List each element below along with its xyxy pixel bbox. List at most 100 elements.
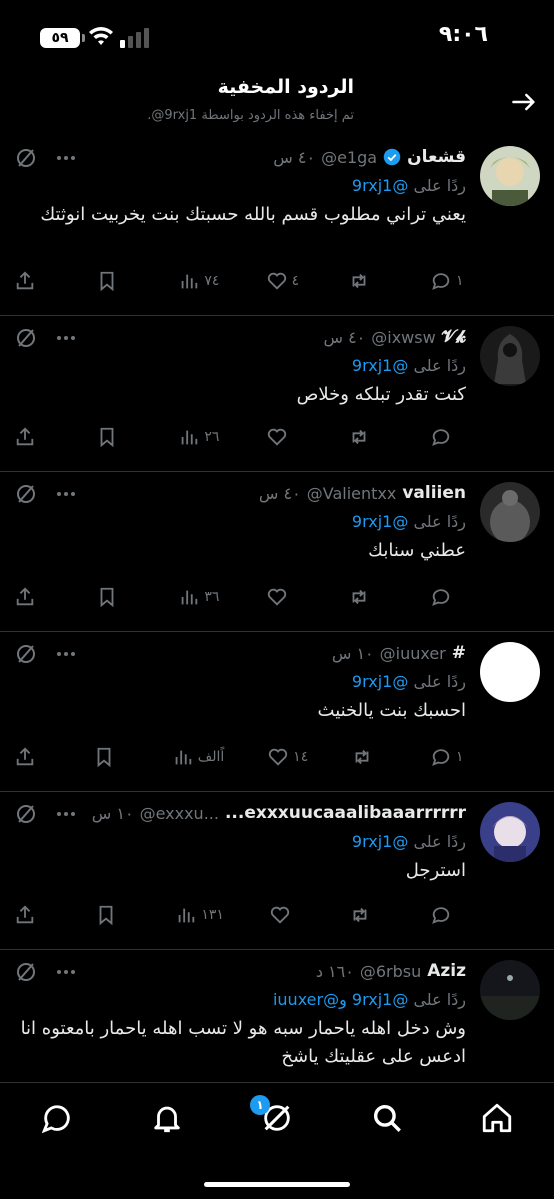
reply-to-mention[interactable]: @iuuxer bbox=[273, 990, 339, 1009]
more-icon[interactable] bbox=[54, 960, 78, 984]
share-button[interactable] bbox=[14, 586, 50, 608]
reply-to-line: ردًا على @9rxj1 bbox=[351, 176, 466, 195]
views-button[interactable]: ٧٤ bbox=[178, 270, 219, 292]
reply-button[interactable]: ١ bbox=[430, 270, 466, 292]
avatar[interactable] bbox=[480, 146, 540, 206]
reply-to-line: ردًا على @9rxj1 bbox=[351, 356, 466, 375]
back-arrow-icon[interactable] bbox=[510, 88, 538, 116]
avatar[interactable] bbox=[480, 960, 540, 1020]
views-icon bbox=[182, 274, 198, 289]
share-button[interactable] bbox=[14, 746, 50, 768]
search-icon[interactable] bbox=[370, 1101, 404, 1135]
author-name[interactable]: 𝓥𝓴 bbox=[442, 327, 466, 347]
author-handle[interactable]: @iuuxer bbox=[380, 644, 446, 663]
replies-count: ١ bbox=[455, 749, 464, 765]
hide-icon[interactable] bbox=[14, 146, 38, 170]
reply-to-mention[interactable]: @9rxj1 bbox=[352, 176, 408, 195]
bookmark-icon bbox=[100, 587, 114, 608]
retweet-button[interactable] bbox=[348, 586, 384, 608]
tweet[interactable]: valiien @Valientxx ٤٠ س ردًا على @9rxj1 … bbox=[0, 472, 554, 632]
retweet-button[interactable] bbox=[348, 270, 384, 292]
bookmark-button[interactable] bbox=[96, 270, 132, 292]
views-icon bbox=[179, 908, 195, 923]
replies-count: ١ bbox=[455, 273, 464, 289]
share-button[interactable] bbox=[14, 426, 50, 448]
like-button[interactable] bbox=[269, 904, 305, 926]
tweet[interactable]: exxxuucaaalibaaarrrrrr... @exxxu... ١٠ س… bbox=[0, 792, 554, 950]
tweet[interactable]: 𝓥𝓴 @ixwsw ٤٠ س ردًا على @9rxj1 كنت تقدر … bbox=[0, 316, 554, 472]
views-button[interactable]: ٣٦ bbox=[178, 586, 219, 608]
like-button[interactable]: ٤ bbox=[266, 270, 302, 292]
share-icon bbox=[16, 905, 34, 924]
more-icon[interactable] bbox=[54, 802, 78, 826]
hidden-replies-list: قشعان @e1ga ٤٠ س ردًا على @9rxj1 يعني تر… bbox=[0, 136, 554, 1090]
author-handle[interactable]: @Valientxx bbox=[307, 484, 397, 503]
author-name[interactable]: قشعان bbox=[407, 147, 466, 167]
author-handle[interactable]: @e1ga bbox=[321, 148, 377, 167]
hide-icon[interactable] bbox=[14, 642, 38, 666]
more-icon[interactable] bbox=[54, 326, 78, 350]
like-icon bbox=[270, 906, 289, 924]
reply-button[interactable] bbox=[430, 426, 466, 448]
retweet-button[interactable] bbox=[349, 904, 385, 926]
reply-to-mention[interactable]: @9rxj1 bbox=[352, 356, 408, 375]
tweet[interactable]: # @iuuxer ١٠ س ردًا على @9rxj1 احسبك بنت… bbox=[0, 632, 554, 792]
author-name[interactable]: # bbox=[452, 643, 466, 663]
reply-to-line: ردًا على @9rxj1 bbox=[351, 672, 466, 691]
author-name[interactable]: valiien bbox=[402, 483, 466, 503]
author-handle[interactable]: @ixwsw bbox=[371, 328, 435, 347]
avatar[interactable] bbox=[480, 326, 540, 386]
like-button[interactable] bbox=[266, 426, 302, 448]
reply-icon bbox=[432, 907, 450, 924]
views-icon bbox=[182, 590, 198, 605]
share-button[interactable] bbox=[14, 904, 50, 926]
more-icon[interactable] bbox=[54, 146, 78, 170]
author-handle[interactable]: @6rbsu bbox=[360, 962, 421, 981]
avatar[interactable] bbox=[480, 482, 540, 542]
retweet-button[interactable] bbox=[348, 426, 384, 448]
chat-icon[interactable] bbox=[40, 1101, 74, 1135]
tweet[interactable]: قشعان @e1ga ٤٠ س ردًا على @9rxj1 يعني تر… bbox=[0, 136, 554, 316]
verified-icon bbox=[383, 148, 401, 166]
views-button[interactable]: ٢٦ bbox=[178, 426, 219, 448]
avatar[interactable] bbox=[480, 802, 540, 862]
reply-to-mention[interactable]: @9rxj1 bbox=[352, 832, 408, 851]
views-count: ٢٦ bbox=[204, 429, 220, 445]
reply-button[interactable] bbox=[430, 586, 466, 608]
tweet-text: كنت تقدر تبلكه وخلاص bbox=[296, 384, 466, 405]
author-handle[interactable]: @exxxu... bbox=[140, 804, 219, 823]
retweet-button[interactable] bbox=[351, 746, 387, 768]
bookmark-icon bbox=[99, 905, 113, 926]
notification-badge: ١ bbox=[250, 1095, 270, 1115]
reply-to-mention[interactable]: @9rxj1 bbox=[352, 512, 408, 531]
bookmark-button[interactable] bbox=[93, 746, 129, 768]
avatar[interactable] bbox=[480, 642, 540, 702]
reply-button[interactable] bbox=[430, 904, 466, 926]
home-icon[interactable] bbox=[480, 1101, 514, 1135]
hide-icon[interactable] bbox=[14, 802, 38, 826]
hide-icon[interactable] bbox=[14, 960, 38, 984]
reply-to-mention[interactable]: @9rxj1 bbox=[352, 672, 408, 691]
views-button[interactable]: اًالف bbox=[172, 746, 224, 768]
share-button[interactable] bbox=[14, 270, 50, 292]
bookmark-button[interactable] bbox=[96, 426, 132, 448]
hide-icon[interactable] bbox=[14, 482, 38, 506]
hide-icon[interactable] bbox=[14, 326, 38, 350]
author-name[interactable]: Aziz bbox=[427, 961, 466, 981]
more-icon[interactable] bbox=[54, 642, 78, 666]
author-name[interactable]: exxxuucaaalibaaarrrrrr... bbox=[225, 803, 466, 823]
bell-icon[interactable] bbox=[150, 1101, 184, 1135]
reply-button[interactable]: ١ bbox=[430, 746, 466, 768]
more-icon[interactable] bbox=[54, 482, 78, 506]
bookmark-button[interactable] bbox=[95, 904, 131, 926]
reply-to-mention[interactable]: @9rxj1 bbox=[352, 990, 408, 1009]
bookmark-button[interactable] bbox=[96, 586, 132, 608]
like-button[interactable] bbox=[266, 586, 302, 608]
post-time: ٤٠ س bbox=[273, 147, 316, 167]
like-icon bbox=[267, 588, 286, 606]
views-button[interactable]: ١٣١ bbox=[175, 904, 224, 926]
like-button[interactable]: ١٤ bbox=[267, 746, 308, 768]
retweet-icon bbox=[352, 429, 366, 445]
tweet[interactable]: Aziz @6rbsu ١٦٠ د ردًا على @9rxj1 و@iuux… bbox=[0, 950, 554, 1090]
retweet-icon bbox=[352, 273, 366, 289]
